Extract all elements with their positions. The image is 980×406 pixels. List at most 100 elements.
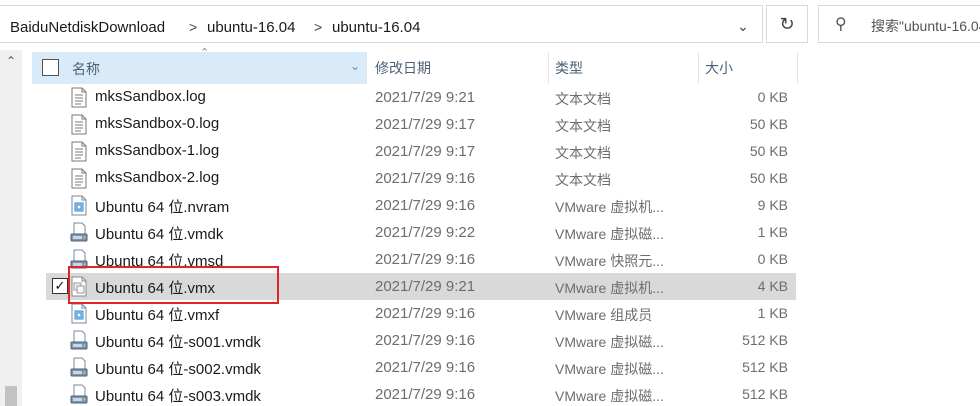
file-type: VMware 虚拟机... [555, 199, 664, 215]
file-name[interactable]: Ubuntu 64 位.nvram [95, 196, 229, 217]
file-name[interactable]: Ubuntu 64 位.vmx [95, 277, 215, 298]
scroll-up-icon[interactable]: ⌃ [0, 54, 22, 68]
text-file-icon [70, 114, 88, 135]
file-name[interactable]: mksSandbox-0.log [95, 115, 219, 132]
file-row[interactable]: ✓ Ubuntu 64 位.vmx 2021/7/29 9:21 VMware 虚拟机… [46, 273, 796, 300]
search-input[interactable]: ⚲ 搜索"ubuntu-16.04" [818, 5, 980, 43]
vertical-scrollbar[interactable]: ⌃ [0, 50, 22, 406]
file-type: VMware 虚拟磁... [555, 334, 664, 350]
vmware-vm-icon [70, 276, 88, 297]
file-size: 1 KB [757, 305, 788, 321]
address-bar: BaiduNetdiskDownload > ubuntu-16.04 > ub… [0, 0, 980, 50]
file-row[interactable]: Ubuntu 64 位-s002.vmdk 2021/7/29 9:16 VMwar… [46, 354, 796, 381]
file-row[interactable]: Ubuntu 64 位.vmdk 2021/7/29 9:22 VMware 虚拟磁… [46, 219, 796, 246]
file-type: VMware 虚拟磁... [555, 226, 664, 242]
file-modified-date: 2021/7/29 9:22 [375, 224, 476, 241]
file-row[interactable]: Ubuntu 64 位.vmxf 2021/7/29 9:16 VMware 组成员… [46, 300, 796, 327]
file-row[interactable]: Ubuntu 64 位-s001.vmdk 2021/7/29 9:16 VMwar… [46, 327, 796, 354]
file-modified-date: 2021/7/29 9:16 [375, 386, 476, 403]
select-all-checkbox[interactable] [42, 59, 59, 76]
text-file-icon [70, 87, 88, 108]
file-modified-date: 2021/7/29 9:17 [375, 116, 476, 133]
file-name[interactable]: Ubuntu 64 位-s003.vmdk [95, 385, 261, 406]
file-size: 0 KB [757, 89, 788, 105]
file-modified-date: 2021/7/29 9:16 [375, 359, 476, 376]
breadcrumb-separator[interactable]: > [314, 19, 322, 35]
file-row[interactable]: mksSandbox-0.log 2021/7/29 9:17 文本文档 50 KB [46, 111, 796, 138]
file-type: 文本文档 [555, 172, 611, 188]
file-modified-date: 2021/7/29 9:16 [375, 332, 476, 349]
file-size: 50 KB [749, 170, 788, 186]
refresh-button[interactable]: ↻ [766, 5, 808, 43]
file-size: 512 KB [742, 386, 788, 402]
vmware-disk-icon [70, 384, 88, 405]
column-type-header[interactable]: 类型 [548, 52, 698, 84]
file-size: 50 KB [749, 143, 788, 159]
file-name[interactable]: Ubuntu 64 位.vmdk [95, 223, 223, 244]
file-type: 文本文档 [555, 118, 611, 134]
text-file-icon [70, 141, 88, 162]
file-type: VMware 虚拟机... [555, 280, 664, 296]
file-name[interactable]: mksSandbox-2.log [95, 169, 219, 186]
file-size: 4 KB [757, 278, 788, 294]
file-name[interactable]: Ubuntu 64 位-s001.vmdk [95, 331, 261, 352]
refresh-icon: ↻ [779, 13, 795, 34]
file-name[interactable]: mksSandbox-1.log [95, 142, 219, 159]
vmware-disk-icon [70, 330, 88, 351]
vmware-disk-icon [70, 357, 88, 378]
file-modified-date: 2021/7/29 9:16 [375, 305, 476, 322]
file-row[interactable]: mksSandbox-1.log 2021/7/29 9:17 文本文档 50 KB [46, 138, 796, 165]
column-date-label: 修改日期 [375, 60, 431, 76]
file-name[interactable]: Ubuntu 64 位.vmsd [95, 250, 223, 271]
breadcrumb-separator[interactable]: > [189, 19, 197, 35]
search-placeholder: 搜索"ubuntu-16.04" [871, 18, 980, 34]
file-type: 文本文档 [555, 145, 611, 161]
column-name-header[interactable]: 名称 ⌃ ⌄ [32, 47, 366, 84]
file-size: 9 KB [757, 197, 788, 213]
file-size: 512 KB [742, 332, 788, 348]
file-type: 文本文档 [555, 91, 611, 107]
file-row[interactable]: mksSandbox.log 2021/7/29 9:21 文本文档 0 KB [46, 84, 796, 111]
file-type: VMware 组成员 [555, 307, 653, 323]
breadcrumb-item[interactable]: ubuntu-16.04 [332, 19, 420, 36]
sort-ascending-icon: ⌃ [200, 47, 210, 59]
file-row[interactable]: Ubuntu 64 位.vmsd 2021/7/29 9:16 VMware 快照元… [46, 246, 796, 273]
column-filter-chevron-icon[interactable]: ⌄ [350, 59, 360, 73]
file-size: 0 KB [757, 251, 788, 267]
file-modified-date: 2021/7/29 9:17 [375, 143, 476, 160]
file-row[interactable]: Ubuntu 64 位.nvram 2021/7/29 9:16 VMware 虚拟… [46, 192, 796, 219]
file-type: VMware 快照元... [555, 253, 664, 269]
column-header: 名称 ⌃ ⌄ 修改日期 类型 大小 [32, 47, 798, 84]
row-checkbox[interactable]: ✓ [52, 278, 68, 294]
breadcrumb-item[interactable]: ubuntu-16.04 [207, 19, 295, 36]
vmware-disk-icon [70, 222, 88, 243]
scrollbar-thumb[interactable] [5, 386, 17, 406]
column-name-label: 名称 [72, 61, 100, 77]
file-size: 512 KB [742, 359, 788, 375]
breadcrumb-item[interactable]: BaiduNetdiskDownload [10, 19, 165, 36]
file-type: VMware 虚拟磁... [555, 361, 664, 377]
text-file-icon [70, 168, 88, 189]
column-size-label: 大小 [705, 60, 733, 76]
file-size: 50 KB [749, 116, 788, 132]
file-name[interactable]: Ubuntu 64 位-s002.vmdk [95, 358, 261, 379]
file-row[interactable]: Ubuntu 64 位-s003.vmdk 2021/7/29 9:16 VMwar… [46, 381, 796, 406]
file-row[interactable]: mksSandbox-2.log 2021/7/29 9:16 文本文档 50 KB [46, 165, 796, 192]
column-date-header[interactable]: 修改日期 [366, 52, 548, 84]
column-type-label: 类型 [555, 60, 583, 76]
file-type: VMware 虚拟磁... [555, 388, 664, 404]
file-list: mksSandbox.log 2021/7/29 9:21 文本文档 0 KB mksS… [46, 84, 796, 406]
vmware-disk-icon [70, 249, 88, 270]
vmware-file-icon [70, 195, 88, 216]
search-icon: ⚲ [835, 16, 847, 33]
vmware-file-icon [70, 303, 88, 324]
file-name[interactable]: mksSandbox.log [95, 88, 206, 105]
file-modified-date: 2021/7/29 9:16 [375, 197, 476, 214]
file-modified-date: 2021/7/29 9:16 [375, 251, 476, 268]
file-modified-date: 2021/7/29 9:21 [375, 89, 476, 106]
column-size-header[interactable]: 大小 [698, 52, 798, 84]
chevron-down-icon[interactable]: ⌄ [730, 18, 756, 40]
file-name[interactable]: Ubuntu 64 位.vmxf [95, 304, 219, 325]
breadcrumb[interactable]: BaiduNetdiskDownload > ubuntu-16.04 > ub… [0, 5, 763, 43]
file-modified-date: 2021/7/29 9:21 [375, 278, 476, 295]
